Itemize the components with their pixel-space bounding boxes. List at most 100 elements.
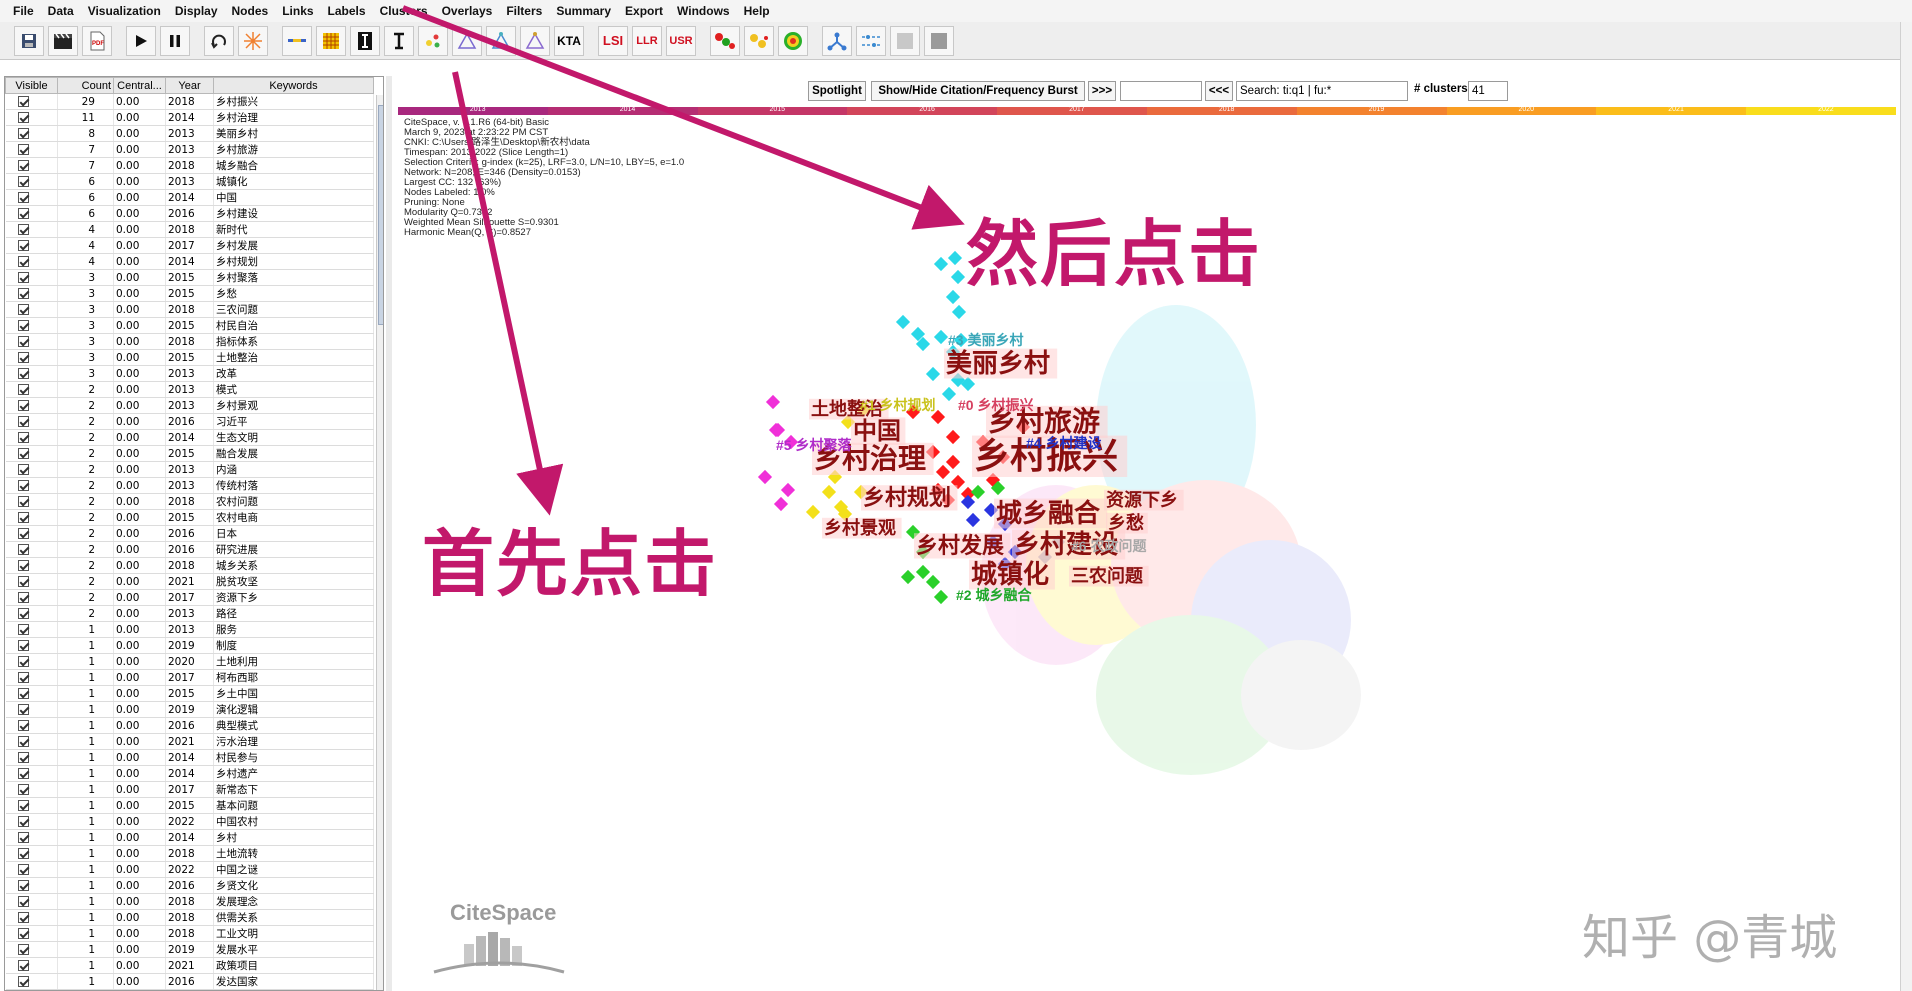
cluster-label[interactable]: #0 乡村振兴 xyxy=(958,397,1033,413)
table-row[interactable]: 1 0.00 2020 土地利用 xyxy=(5,653,374,670)
table-row[interactable]: 1 0.00 2018 供需关系 xyxy=(5,909,374,926)
table-row[interactable]: 1 0.00 2019 制度 xyxy=(5,637,374,654)
menu-summary[interactable]: Summary xyxy=(549,4,618,18)
table-row[interactable]: 1 0.00 2021 污水治理 xyxy=(5,733,374,750)
network-canvas[interactable]: 美丽乡村 土地整治 中国 乡村旅游 乡村治理 乡村振兴 乡村规划 资源下乡 乡愁 城乡融合 乡村景观… xyxy=(396,115,1896,991)
header-count[interactable]: Count xyxy=(57,77,114,94)
visible-checkbox[interactable] xyxy=(17,432,29,443)
font-bold-button[interactable] xyxy=(350,25,380,56)
visible-checkbox[interactable] xyxy=(17,272,29,283)
network-node[interactable] xyxy=(757,469,773,485)
table-row[interactable]: 1 0.00 2018 发展理念 xyxy=(5,893,374,910)
timeline-button[interactable] xyxy=(856,25,886,56)
link-line-button[interactable] xyxy=(282,25,312,56)
show-hide-burst-button[interactable]: Show/Hide Citation/Frequency Burst xyxy=(871,81,1085,101)
table-row[interactable]: 1 0.00 2016 典型模式 xyxy=(5,717,374,734)
table-row[interactable]: 2 0.00 2013 内涵 xyxy=(5,461,374,478)
table-row[interactable]: 1 0.00 2021 政策项目 xyxy=(5,957,374,974)
back-button[interactable]: <<< xyxy=(1205,81,1233,101)
visible-checkbox[interactable] xyxy=(17,736,29,747)
visible-checkbox[interactable] xyxy=(17,160,29,171)
visible-checkbox[interactable] xyxy=(17,560,29,571)
network-node[interactable] xyxy=(925,574,941,590)
table-row[interactable]: 2 0.00 2018 城乡关系 xyxy=(5,557,374,574)
visible-checkbox[interactable] xyxy=(17,256,29,267)
table-row[interactable]: 2 0.00 2018 农村问题 xyxy=(5,493,374,510)
network-node[interactable] xyxy=(925,366,941,382)
visible-checkbox[interactable] xyxy=(17,416,29,427)
color-grid-button[interactable] xyxy=(316,25,346,56)
visible-checkbox[interactable] xyxy=(17,352,29,363)
table-scrollbar[interactable] xyxy=(376,95,383,990)
cluster-label[interactable]: #5 乡村聚落 xyxy=(776,437,852,453)
visible-checkbox[interactable] xyxy=(17,656,29,667)
visible-checkbox[interactable] xyxy=(17,368,29,379)
visible-checkbox[interactable] xyxy=(17,496,29,507)
table-row[interactable]: 3 0.00 2015 土地整治 xyxy=(5,349,374,366)
menu-links[interactable]: Links xyxy=(275,4,320,18)
menu-visualization[interactable]: Visualization xyxy=(81,4,168,18)
table-row[interactable]: 1 0.00 2016 发达国家 xyxy=(5,973,374,990)
visible-checkbox[interactable] xyxy=(17,448,29,459)
table-row[interactable]: 2 0.00 2013 乡村景观 xyxy=(5,397,374,414)
table-row[interactable]: 2 0.00 2013 传统村落 xyxy=(5,477,374,494)
menu-display[interactable]: Display xyxy=(168,4,225,18)
link-color-button[interactable] xyxy=(744,25,774,56)
visible-checkbox[interactable] xyxy=(17,976,29,987)
visible-checkbox[interactable] xyxy=(17,480,29,491)
node-label[interactable]: 三农问题 xyxy=(1071,565,1144,587)
menu-clusters[interactable]: Clusters xyxy=(373,4,435,18)
table-row[interactable]: 3 0.00 2018 指标体系 xyxy=(5,333,374,350)
network-node[interactable] xyxy=(933,256,949,272)
table-row[interactable]: 1 0.00 2022 中国之谜 xyxy=(5,861,374,878)
visible-checkbox[interactable] xyxy=(17,384,29,395)
gray-button-1[interactable] xyxy=(890,25,920,56)
network-node[interactable] xyxy=(945,289,961,305)
network-node[interactable] xyxy=(768,422,784,438)
visible-checkbox[interactable] xyxy=(17,608,29,619)
node-color-button[interactable] xyxy=(710,25,740,56)
visible-checkbox[interactable] xyxy=(17,624,29,635)
table-row[interactable]: 1 0.00 2019 演化逻辑 xyxy=(5,701,374,718)
visible-checkbox[interactable] xyxy=(17,640,29,651)
movie-button[interactable] xyxy=(48,25,78,56)
menu-nodes[interactable]: Nodes xyxy=(225,4,276,18)
network-node[interactable] xyxy=(935,464,951,480)
table-row[interactable]: 1 0.00 2014 村民参与 xyxy=(5,749,374,766)
table-row[interactable]: 1 0.00 2015 乡土中国 xyxy=(5,685,374,702)
visible-checkbox[interactable] xyxy=(17,912,29,923)
network-node[interactable] xyxy=(947,250,963,266)
network-node[interactable] xyxy=(773,496,789,512)
network-node[interactable] xyxy=(765,394,781,410)
table-row[interactable]: 1 0.00 2014 乡村遗产 xyxy=(5,765,374,782)
table-row[interactable]: 1 0.00 2016 乡贤文化 xyxy=(5,877,374,894)
visible-checkbox[interactable] xyxy=(17,960,29,971)
llr-button[interactable]: LLR xyxy=(632,25,662,56)
network-node[interactable] xyxy=(805,504,821,520)
network-node[interactable] xyxy=(915,564,931,580)
table-row[interactable]: 2 0.00 2013 路径 xyxy=(5,605,374,622)
visible-checkbox[interactable] xyxy=(17,832,29,843)
triangle-button-1[interactable] xyxy=(452,25,482,56)
spotlight-button[interactable]: Spotlight xyxy=(808,81,866,101)
table-row[interactable]: 4 0.00 2017 乡村发展 xyxy=(5,237,374,254)
visible-checkbox[interactable] xyxy=(17,208,29,219)
table-row[interactable]: 7 0.00 2013 乡村旅游 xyxy=(5,141,374,158)
node-label[interactable]: 美丽乡村 xyxy=(946,348,1050,379)
node-label[interactable]: 城镇化 xyxy=(971,560,1049,590)
visible-checkbox[interactable] xyxy=(17,176,29,187)
header-visible[interactable]: Visible xyxy=(5,77,58,94)
table-row[interactable]: 1 0.00 2018 土地流转 xyxy=(5,845,374,862)
visible-checkbox[interactable] xyxy=(17,880,29,891)
visible-checkbox[interactable] xyxy=(17,752,29,763)
node-label[interactable]: 乡村规划 xyxy=(863,485,951,511)
node-label[interactable]: 资源下乡 xyxy=(1106,489,1178,511)
table-row[interactable]: 4 0.00 2014 乡村规划 xyxy=(5,253,374,270)
visible-checkbox[interactable] xyxy=(17,848,29,859)
search-box-left[interactable] xyxy=(1120,81,1202,101)
table-row[interactable]: 2 0.00 2016 研究进展 xyxy=(5,541,374,558)
visible-checkbox[interactable] xyxy=(17,544,29,555)
visible-checkbox[interactable] xyxy=(17,944,29,955)
table-row[interactable]: 3 0.00 2018 三农问题 xyxy=(5,301,374,318)
table-row[interactable]: 1 0.00 2013 服务 xyxy=(5,621,374,638)
